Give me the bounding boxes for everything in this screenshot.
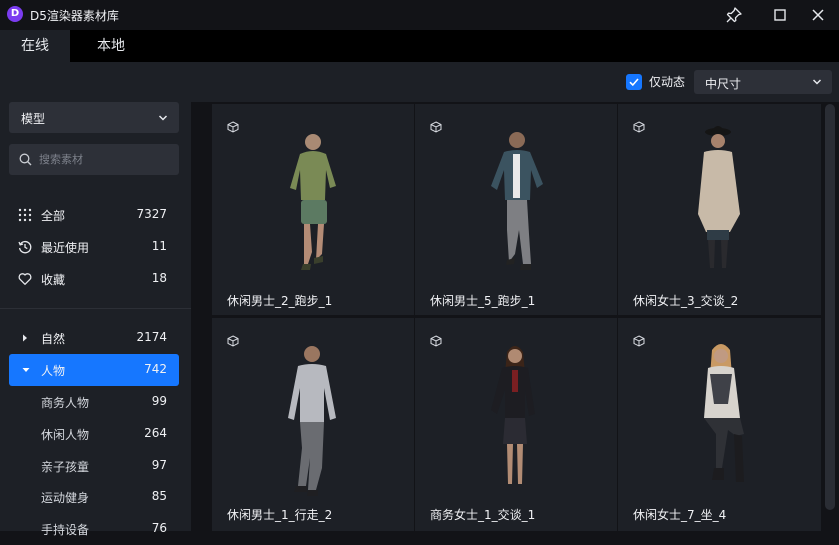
- close-icon[interactable]: [808, 5, 828, 25]
- sidebar-item-label: 人物: [41, 364, 66, 378]
- size-select[interactable]: 中尺寸: [694, 70, 832, 94]
- sidebar-item-count: 742: [144, 362, 167, 376]
- title-bar: D D5渲染器素材库: [0, 0, 839, 30]
- asset-name: 休闲女士_7_坐_4: [633, 508, 727, 522]
- asset-card[interactable]: 休闲男士_1_行走_2: [212, 318, 414, 531]
- pin-icon[interactable]: [724, 5, 744, 25]
- asset-card[interactable]: 休闲男士_5_跑步_1: [415, 104, 617, 315]
- asset-name: 休闲女士_3_交谈_2: [633, 294, 739, 308]
- asset-card[interactable]: 休闲男士_2_跑步_1: [212, 104, 414, 315]
- sidebar-item-count: 99: [151, 394, 167, 408]
- maximize-icon[interactable]: [770, 5, 790, 25]
- model-cube-icon: [227, 335, 239, 347]
- sidebar-item-count: 11: [151, 239, 167, 253]
- model-cube-icon: [633, 335, 645, 347]
- heart-icon: [18, 273, 32, 285]
- check-icon: [629, 78, 639, 87]
- sidebar-item-label: 收藏: [41, 273, 66, 287]
- model-cube-icon: [633, 121, 645, 133]
- tab-local[interactable]: 本地: [76, 30, 146, 62]
- asset-name: 商务女士_1_交谈_1: [430, 508, 536, 522]
- model-cube-icon: [430, 121, 442, 133]
- tab-bar: 在线 本地: [0, 30, 839, 62]
- dynamic-only-checkbox[interactable]: [626, 74, 642, 90]
- sidebar-item-count: 7327: [136, 207, 167, 221]
- sidebar-item-label: 最近使用: [41, 241, 90, 255]
- sidebar-item-label: 运动健身: [41, 491, 90, 505]
- sidebar-item-count: 85: [151, 489, 167, 503]
- sidebar-item-all[interactable]: 全部 7327: [9, 199, 179, 231]
- person-preview-image: [698, 126, 740, 268]
- sidebar-subitem-casual[interactable]: 休闲人物 264: [9, 418, 179, 450]
- app-logo-icon: D: [7, 6, 23, 22]
- sidebar-item-label: 亲子孩童: [41, 460, 90, 474]
- sidebar-category-people[interactable]: 人物 742: [9, 354, 179, 386]
- sidebar-item-count: 2174: [136, 330, 167, 344]
- sidebar-item-label: 全部: [41, 209, 66, 223]
- sidebar-item-label: 自然: [41, 332, 66, 346]
- search-input[interactable]: [39, 150, 171, 169]
- sidebar-divider: [0, 308, 191, 309]
- search-box[interactable]: [9, 144, 179, 175]
- caret-down-icon: [22, 368, 30, 372]
- chevron-down-icon: [158, 115, 168, 121]
- person-preview-image: [704, 344, 744, 482]
- asset-card[interactable]: 休闲女士_7_坐_4: [618, 318, 821, 531]
- sidebar-subitem-family[interactable]: 亲子孩童 97: [9, 450, 179, 482]
- model-cube-icon: [430, 335, 442, 347]
- model-cube-icon: [227, 121, 239, 133]
- sidebar-item-count: 97: [151, 458, 167, 472]
- asset-type-select[interactable]: 模型: [9, 102, 179, 133]
- asset-card[interactable]: 休闲女士_3_交谈_2: [618, 104, 821, 315]
- person-preview-image: [290, 134, 336, 270]
- scrollbar-thumb[interactable]: [825, 104, 835, 510]
- sidebar-subitem-sports[interactable]: 运动健身 85: [9, 481, 179, 513]
- size-select-value: 中尺寸: [705, 77, 742, 91]
- sidebar-item-label: 商务人物: [41, 396, 90, 410]
- sidebar-item-count: 264: [144, 426, 167, 440]
- asset-name: 休闲男士_5_跑步_1: [430, 294, 536, 308]
- sidebar-subitem-handheld[interactable]: 手持设备 76: [9, 513, 179, 545]
- chevron-down-icon: [812, 79, 822, 85]
- grid-icon: [18, 208, 32, 222]
- sidebar-item-count: 76: [151, 521, 167, 535]
- sidebar-item-count: 18: [151, 271, 167, 285]
- history-icon: [18, 240, 32, 254]
- search-icon: [19, 153, 32, 166]
- asset-name: 休闲男士_1_行走_2: [227, 508, 333, 522]
- asset-card[interactable]: 商务女士_1_交谈_1: [415, 318, 617, 531]
- app-title: D5渲染器素材库: [30, 9, 119, 23]
- sidebar-category-nature[interactable]: 自然 2174: [9, 322, 179, 354]
- sidebar-item-label: 手持设备: [41, 523, 90, 537]
- dynamic-only-label[interactable]: 仅动态: [649, 74, 685, 90]
- person-preview-image: [288, 346, 336, 496]
- asset-name: 休闲男士_2_跑步_1: [227, 294, 333, 308]
- sidebar-item-label: 休闲人物: [41, 428, 90, 442]
- caret-right-icon: [23, 334, 27, 342]
- sidebar-item-recent[interactable]: 最近使用 11: [9, 231, 179, 263]
- sidebar-subitem-business[interactable]: 商务人物 99: [9, 386, 179, 418]
- person-preview-image: [491, 346, 535, 484]
- tab-online[interactable]: 在线: [0, 30, 70, 62]
- sidebar-item-favorites[interactable]: 收藏 18: [9, 263, 179, 295]
- asset-type-value: 模型: [21, 112, 46, 126]
- person-preview-image: [491, 132, 543, 270]
